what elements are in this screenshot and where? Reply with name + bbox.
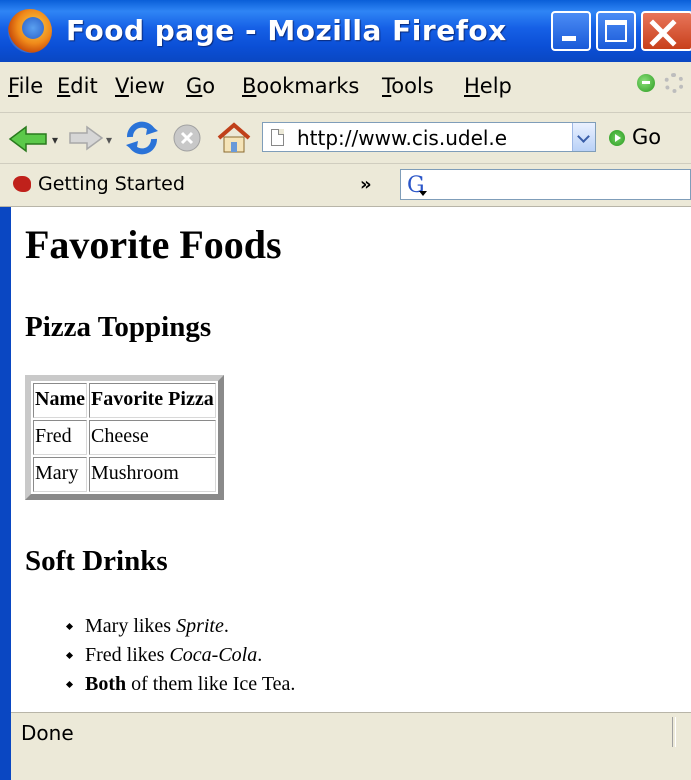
window-frame [0,207,11,780]
browser-window: Food page - Mozilla Firefox File Edit Vi… [0,0,691,780]
forward-dropdown-icon[interactable]: ▾ [106,133,112,147]
list-item: Both of them like Ice Tea. [65,673,295,702]
url-bar[interactable]: http://www.cis.udel.e [262,122,596,152]
stop-icon[interactable] [172,123,202,153]
table-row: Mary Mushroom [33,457,216,492]
menu-edit[interactable]: Edit [57,74,98,98]
menu-file[interactable]: File [8,74,43,98]
menu-view[interactable]: View [115,74,165,98]
go-arrow-icon[interactable] [609,130,625,146]
table-cell: Cheese [88,420,216,455]
home-icon[interactable] [217,122,251,154]
table-cell: Mushroom [88,457,216,492]
drinks-list: Mary likes Sprite. Fred likes Coca-Cola.… [65,615,295,702]
title-bar[interactable]: Food page - Mozilla Firefox [0,0,691,62]
pizza-table: Name Favorite Pizza Fred Cheese Mary Mus… [25,375,224,500]
minimize-button[interactable] [551,11,591,51]
google-search-icon[interactable]: G [407,173,427,198]
menu-go[interactable]: Go [186,74,215,98]
menu-bar: File Edit View Go Bookmarks Tools Help [0,62,691,113]
status-divider [672,717,676,747]
column-header-name: Name [33,383,87,418]
drinks-heading: Soft Drinks [25,545,168,577]
table-row: Fred Cheese [33,420,216,455]
page-title: Favorite Foods [25,222,282,267]
overflow-chevron-icon[interactable]: » [360,174,372,195]
pizza-heading: Pizza Toppings [25,311,212,343]
menu-tools[interactable]: Tools [382,74,434,98]
firefox-logo-icon [8,9,52,53]
table-header-row: Name Favorite Pizza [33,383,216,418]
navigation-toolbar: ▾ ▾ http://www.cis.udel.e Go [0,113,691,164]
list-item: Fred likes Coca-Cola. [65,644,295,673]
window-title: Food page - Mozilla Firefox [66,14,507,47]
close-icon [649,19,677,47]
page-icon [271,129,284,146]
back-dropdown-icon[interactable]: ▾ [52,133,58,147]
menu-help[interactable]: Help [464,74,512,98]
column-header-favorite-pizza: Favorite Pizza [88,383,216,418]
forward-arrow-icon[interactable] [68,125,104,151]
list-item: Mary likes Sprite. [65,615,295,644]
status-bar: Done [11,712,691,780]
update-icon[interactable] [637,74,655,92]
search-input[interactable]: G [400,169,691,200]
table-cell: Fred [33,420,87,455]
bookmark-icon [13,176,31,192]
bookmarks-toolbar: Getting Started » G [0,164,691,207]
menu-bookmarks[interactable]: Bookmarks [242,74,359,98]
reload-icon[interactable] [124,121,160,155]
bookmark-getting-started[interactable]: Getting Started [38,173,185,195]
back-arrow-icon[interactable] [8,125,48,153]
url-input[interactable]: http://www.cis.udel.e [297,126,507,150]
close-button[interactable] [641,11,691,51]
table-cell: Mary [33,457,87,492]
page-content: Favorite Foods Pizza Toppings Name Favor… [11,207,691,712]
throbber-icon [664,73,684,93]
status-text: Done [21,721,74,745]
maximize-button[interactable] [596,11,636,51]
url-dropdown-icon[interactable] [572,123,595,151]
go-button[interactable]: Go [632,125,661,149]
